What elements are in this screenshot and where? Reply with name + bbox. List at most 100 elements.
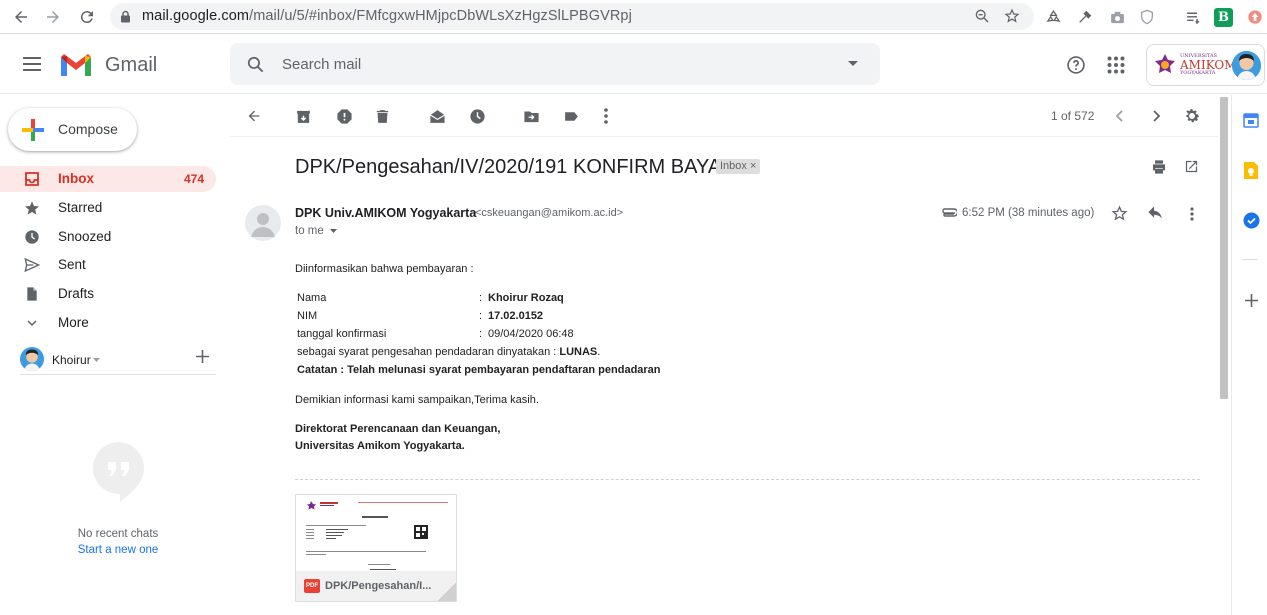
sidebar-item-sent[interactable]: Sent — [0, 252, 216, 278]
reply-icon[interactable] — [1147, 206, 1164, 221]
no-chats-text: No recent chats — [77, 528, 159, 540]
forward-arrow-icon[interactable] — [42, 6, 64, 28]
sender-name[interactable]: DPK Univ.AMIKOM Yogyakarta — [295, 206, 476, 220]
closing-text: Demikian informasi kami sampaikan,Terima… — [295, 394, 539, 406]
move-to-icon[interactable] — [521, 106, 541, 126]
no-chats-panel: No recent chats Start a new one — [0, 440, 236, 556]
attachment-card[interactable]: PDF DPK/Pengesahan/I... — [295, 494, 457, 602]
left-sidebar: Compose Inbox 474 Starred Snoozed Sent D… — [0, 95, 230, 615]
report-spam-icon[interactable] — [334, 106, 354, 126]
label-icon[interactable] — [561, 106, 581, 126]
newer-chevron-left-icon[interactable] — [1110, 106, 1130, 126]
recipient-text: to me — [295, 225, 324, 237]
lock-icon — [120, 10, 131, 23]
account-switcher[interactable]: UNIVERSITAS AMIKOM YOGYAKARTA — [1146, 44, 1265, 86]
label-chip-text: Inbox — [720, 160, 747, 172]
url-host: mail.google.com — [142, 8, 250, 24]
calendar-icon[interactable] — [1242, 111, 1260, 129]
email-scrollbar[interactable] — [1218, 95, 1230, 615]
search-input[interactable]: Search mail — [282, 56, 361, 73]
sidebar-item-drafts[interactable]: Drafts — [0, 281, 216, 307]
back-to-inbox-icon[interactable] — [244, 106, 264, 126]
search-options-caret-icon[interactable] — [848, 61, 858, 67]
apps-grid-icon[interactable] — [1107, 56, 1125, 74]
remove-label-icon[interactable]: × — [750, 160, 756, 172]
search-bar[interactable]: Search mail — [230, 43, 880, 85]
get-addons-plus-icon[interactable] — [1242, 291, 1260, 309]
delete-icon[interactable] — [372, 106, 392, 126]
hangouts-user-row: Khoirur — [20, 347, 216, 375]
profile-extension-icon[interactable] — [1244, 6, 1266, 28]
print-icon[interactable] — [1151, 159, 1167, 175]
payment-status: LUNAS — [559, 346, 598, 358]
start-new-chat-link[interactable]: Start a new one — [0, 544, 236, 556]
hangouts-username[interactable]: Khoirur — [52, 353, 91, 367]
address-bar[interactable]: mail.google.com/mail/u/5/#inbox/FMfcgxwH… — [110, 3, 1034, 30]
signature-line-1: Direktorat Perencanaan dan Keuangan, — [295, 423, 501, 435]
inbox-icon — [24, 171, 40, 187]
hangouts-avatar[interactable] — [20, 347, 44, 371]
detail-separator: : — [479, 310, 483, 322]
sidebar-item-inbox[interactable]: Inbox 474 — [0, 166, 216, 192]
reload-icon[interactable] — [76, 6, 98, 28]
recipient-caret-icon[interactable] — [329, 228, 337, 233]
b-extension-icon[interactable]: B — [1214, 8, 1233, 27]
attachment-thumbnail — [296, 495, 456, 573]
sidebar-item-more[interactable]: More — [0, 310, 216, 336]
message-more-options-icon[interactable] — [1190, 207, 1194, 221]
attachment-paperclip-icon — [939, 208, 957, 218]
hangouts-bubble-icon — [90, 440, 146, 504]
amikom-logo-icon — [1153, 53, 1177, 77]
email-timestamp: 6:52 PM (38 minutes ago) — [962, 207, 1095, 219]
back-arrow-icon[interactable] — [10, 6, 32, 28]
sidebar-item-starred[interactable]: Starred — [0, 195, 216, 221]
help-icon[interactable] — [1066, 55, 1086, 75]
reading-list-icon[interactable] — [1182, 6, 1204, 28]
recycle-extension-icon[interactable] — [1042, 6, 1064, 28]
gmail-header: Gmail Search mail UNIVERSITAS AMIKOM YOG… — [0, 35, 1267, 94]
email-view: 1 of 572 DPK/Pengesahan/IV/2020/191 KONF… — [230, 95, 1218, 615]
gmail-wordmark: Gmail — [105, 54, 158, 76]
settings-gear-icon[interactable] — [1182, 106, 1202, 126]
open-in-new-window-icon[interactable] — [1184, 159, 1199, 174]
compose-button[interactable]: Compose — [8, 108, 137, 151]
sender-avatar[interactable] — [245, 205, 281, 241]
gmail-logo-icon[interactable] — [59, 52, 93, 78]
keep-icon[interactable] — [1242, 161, 1260, 179]
profile-avatar[interactable] — [1232, 51, 1261, 80]
recipient-details[interactable]: to me — [295, 225, 337, 237]
browser-toolbar: mail.google.com/mail/u/5/#inbox/FMfcgxwH… — [0, 0, 1267, 34]
star-email-icon[interactable] — [1111, 205, 1128, 222]
tasks-icon[interactable] — [1242, 211, 1260, 229]
snooze-icon[interactable] — [467, 106, 487, 126]
zoom-icon[interactable] — [974, 8, 990, 24]
main-menu-icon[interactable] — [22, 56, 42, 72]
account-org-name: UNIVERSITAS AMIKOM YOGYAKARTA — [1180, 54, 1236, 76]
statement-prefix: sebagai syarat pengesahan pendadaran din… — [297, 346, 560, 358]
status-caret-icon[interactable] — [93, 358, 100, 362]
inbox-label-chip[interactable]: Inbox × — [716, 159, 761, 174]
sidebar-item-label: More — [58, 315, 89, 330]
attachment-filename: DPK/Pengesahan/I... — [325, 580, 432, 592]
sidebar-item-snoozed[interactable]: Snoozed — [0, 224, 216, 250]
pdf-file-icon: PDF — [304, 579, 320, 593]
unread-count: 474 — [183, 172, 204, 186]
shield-extension-icon[interactable] — [1136, 6, 1158, 28]
send-icon — [24, 257, 40, 273]
camera-extension-icon[interactable] — [1106, 6, 1128, 28]
mark-as-unread-icon[interactable] — [427, 106, 447, 126]
detail-key: Nama — [297, 292, 327, 304]
bookmark-star-icon[interactable] — [1004, 8, 1020, 24]
detail-value: 09/04/2020 06:48 — [488, 328, 574, 340]
archive-icon[interactable] — [293, 106, 313, 126]
add-chat-plus-icon[interactable] — [196, 350, 209, 363]
clock-icon — [24, 229, 40, 245]
sidebar-item-label: Sent — [58, 257, 86, 272]
scrollbar-thumb[interactable] — [1220, 97, 1228, 399]
pagination-text: 1 of 572 — [1051, 109, 1095, 123]
eyedropper-extension-icon[interactable] — [1074, 6, 1096, 28]
older-chevron-right-icon[interactable] — [1146, 106, 1166, 126]
url-path: /mail/u/5/#inbox/FMfcgxwHMjpcDbWLsXzHgzS… — [249, 8, 632, 24]
more-options-icon[interactable] — [596, 106, 616, 126]
search-icon[interactable] — [246, 55, 265, 74]
